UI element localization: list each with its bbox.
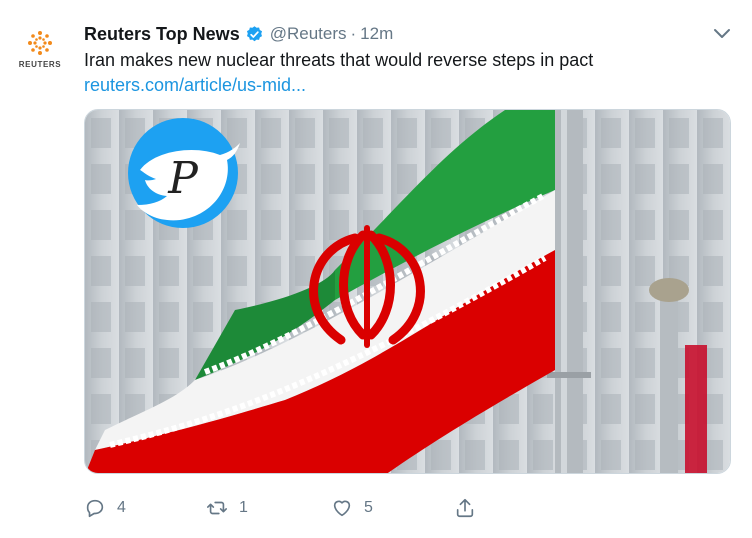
avatar-wordmark: REUTERS bbox=[18, 60, 62, 69]
reply-count: 4 bbox=[117, 499, 126, 516]
tweet-actions: 4 1 5 bbox=[84, 494, 504, 522]
reuters-logo-icon bbox=[28, 31, 52, 55]
retweet-icon bbox=[207, 501, 227, 515]
header-separator: · bbox=[350, 24, 357, 43]
tweet-link[interactable]: reuters.com/article/us-mid... bbox=[84, 75, 306, 96]
reply-icon bbox=[86, 499, 104, 518]
reply-button[interactable]: 4 bbox=[84, 494, 126, 522]
chevron-down-icon[interactable] bbox=[712, 26, 732, 42]
tweet-text: Iran makes new nuclear threats that woul… bbox=[84, 50, 594, 70]
iran-flag-photo: P bbox=[85, 110, 730, 473]
like-count: 5 bbox=[364, 499, 373, 516]
share-button[interactable] bbox=[454, 494, 476, 522]
retweet-button[interactable]: 1 bbox=[206, 494, 248, 522]
author-avatar[interactable]: REUTERS bbox=[14, 26, 66, 78]
like-button[interactable]: 5 bbox=[331, 494, 373, 522]
retweet-count: 1 bbox=[239, 499, 248, 516]
watermark-letter: P bbox=[167, 153, 199, 204]
tweet-timestamp[interactable]: 12m bbox=[360, 24, 393, 44]
author-handle[interactable]: @Reuters bbox=[270, 24, 347, 44]
tweet-header: Reuters Top News @Reuters · 12m bbox=[84, 22, 393, 46]
tweet-card[interactable]: REUTERS Reuters Top News @Reuters · 12m … bbox=[0, 0, 752, 538]
like-icon bbox=[333, 500, 351, 517]
share-icon bbox=[456, 498, 474, 518]
author-display-name[interactable]: Reuters Top News bbox=[84, 24, 240, 45]
verified-badge-icon bbox=[246, 25, 262, 41]
tweet-media-image[interactable]: P bbox=[84, 109, 731, 474]
